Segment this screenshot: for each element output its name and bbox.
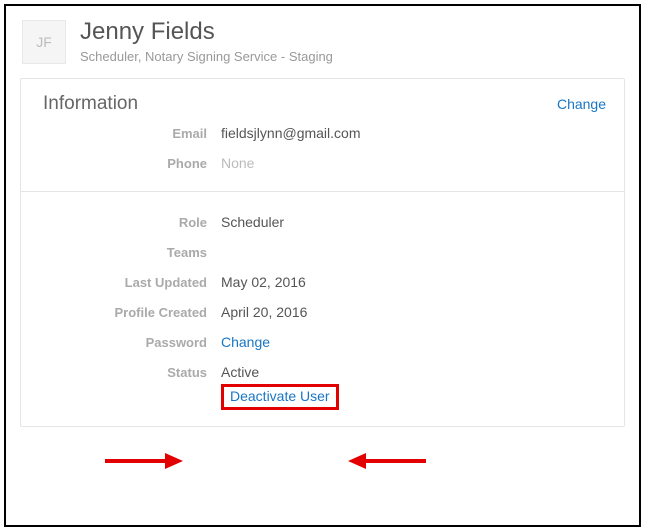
password-label: Password [43, 334, 221, 350]
updated-row: Last Updated May 02, 2016 [43, 274, 606, 292]
header-text: Jenny Fields Scheduler, Notary Signing S… [80, 18, 625, 64]
change-info-link[interactable]: Change [557, 96, 606, 112]
user-subtitle: Scheduler, Notary Signing Service - Stag… [80, 49, 625, 64]
status-value: Active [221, 364, 339, 380]
user-header: JF Jenny Fields Scheduler, Notary Signin… [20, 18, 625, 64]
section-title: Information [43, 93, 138, 115]
created-value: April 20, 2016 [221, 304, 307, 320]
updated-value: May 02, 2016 [221, 274, 306, 290]
avatar-initials: JF [36, 34, 52, 50]
avatar: JF [22, 20, 66, 64]
role-label: Role [43, 214, 221, 230]
phone-label: Phone [43, 155, 221, 171]
info-card: Information Change Email fieldsjlynn@gma… [20, 78, 625, 427]
teams-label: Teams [43, 244, 221, 260]
deactivate-highlight: Deactivate User [221, 384, 339, 410]
created-row: Profile Created April 20, 2016 [43, 304, 606, 322]
teams-row: Teams [43, 244, 606, 262]
status-wrap: Active Deactivate User [221, 364, 339, 410]
deactivate-user-link[interactable]: Deactivate User [230, 388, 330, 404]
phone-value: None [221, 155, 254, 171]
role-row: Role Scheduler [43, 214, 606, 232]
details-section: Role Scheduler Teams Last Updated May 02… [21, 191, 624, 426]
status-label: Status [43, 364, 221, 380]
password-row: Password Change [43, 334, 606, 352]
phone-row: Phone None [43, 155, 606, 173]
email-label: Email [43, 125, 221, 141]
password-change-link[interactable]: Change [221, 334, 270, 350]
user-name: Jenny Fields [80, 18, 625, 47]
updated-label: Last Updated [43, 274, 221, 290]
created-label: Profile Created [43, 304, 221, 320]
email-row: Email fieldsjlynn@gmail.com [43, 125, 606, 143]
status-row: Status Active Deactivate User [43, 364, 606, 410]
role-value: Scheduler [221, 214, 284, 230]
information-section: Information Change Email fieldsjlynn@gma… [21, 79, 624, 191]
email-value: fieldsjlynn@gmail.com [221, 125, 360, 141]
section-header: Information Change [43, 93, 606, 115]
